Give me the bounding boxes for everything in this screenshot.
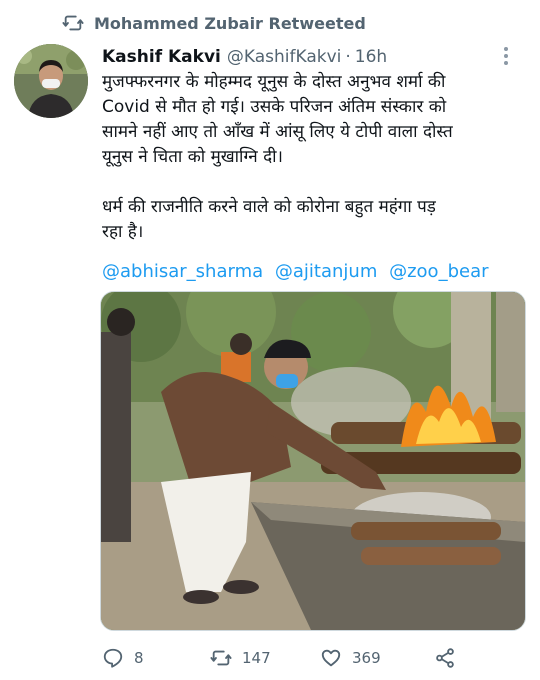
retweet-context[interactable]: Mohammed Zubair Retweeted [62,12,366,34]
cremation-photo [101,292,525,630]
like-button[interactable]: 369 [320,647,434,669]
retweet-icon [62,15,84,31]
reply-count: 8 [134,649,144,667]
reply-button[interactable]: 8 [102,647,210,669]
heart-icon [321,649,341,667]
retweet-button[interactable]: 147 [210,647,320,669]
tweet-photo[interactable] [100,291,526,631]
separator-dot: · [345,47,351,67]
avatar[interactable] [14,44,88,118]
retweet-icon [210,650,232,666]
tweet-time[interactable]: 16h [355,47,387,67]
author-name[interactable]: Kashif Kakvi [102,47,221,67]
mention-link[interactable]: @abhisar_sharma [102,261,263,282]
retweet-label: Mohammed Zubair Retweeted [94,13,366,33]
tweet-text-paragraph: धर्म की राजनीति करने वाले को कोरोना बहुत… [102,197,436,242]
like-count: 369 [352,649,381,667]
mention-link[interactable]: @ajitanjum [275,261,377,282]
share-icon [436,648,454,668]
more-options-icon[interactable] [496,42,516,70]
share-button[interactable] [434,647,456,669]
tweet-text-paragraph: मुजफ्फरनगर के मोहम्मद यूनुस के दोस्त अनु… [102,72,453,167]
mention-link[interactable]: @zoo_bear [389,261,488,282]
tweet-header: Kashif Kakvi @KashifKakvi · 16h [102,44,522,70]
author-handle[interactable]: @KashifKakvi [227,47,342,67]
reply-icon [103,648,123,668]
avatar-image [14,44,88,118]
tweet-text: मुजफ्फरनगर के मोहम्मद यूनुस के दोस्त अनु… [102,70,522,245]
mentions: @abhisar_sharma @ajitanjum @zoo_bear [102,259,495,285]
tweet-actions: 8 147 369 [102,645,482,671]
retweet-count: 147 [242,649,271,667]
